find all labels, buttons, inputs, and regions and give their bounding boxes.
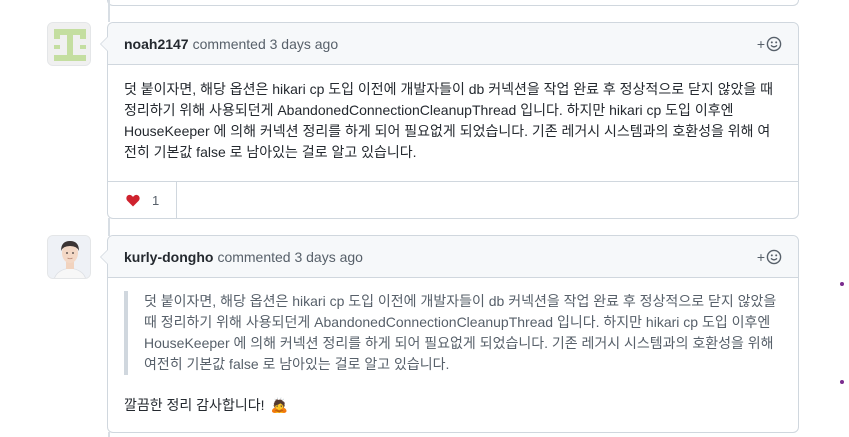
plus-icon: + bbox=[756, 248, 765, 265]
identicon-avatar-icon bbox=[48, 23, 90, 65]
avatar[interactable] bbox=[47, 22, 91, 66]
comment-author[interactable]: noah2147 bbox=[124, 36, 189, 52]
heart-reaction-button[interactable]: 1 bbox=[108, 182, 178, 218]
timeline-line bbox=[108, 218, 110, 236]
comment-card: noah2147 commented 3 days ago + 덧 붙이자면, … bbox=[100, 22, 799, 219]
timeline-line bbox=[108, 0, 110, 22]
comment-body: 덧 붙이자면, 해당 옵션은 hikari cp 도입 이전에 개발자들이 db… bbox=[108, 278, 798, 416]
comment-card: kurly-dongho commented 3 days ago + 덧 붙이… bbox=[100, 235, 799, 433]
timeline-line bbox=[108, 432, 110, 437]
comment-timestamp[interactable]: commented 3 days ago bbox=[217, 249, 363, 265]
user-photo-avatar-icon bbox=[48, 236, 90, 278]
comment-header: kurly-dongho commented 3 days ago + bbox=[108, 236, 798, 278]
bowing-emoji-icon: 🙇 bbox=[270, 397, 288, 413]
previous-comment-edge bbox=[107, 0, 799, 6]
add-reaction-button[interactable]: + bbox=[757, 249, 782, 265]
edge-dot bbox=[840, 380, 844, 384]
reply-message: 깔끔한 정리 감사합니다! bbox=[124, 397, 265, 413]
comment-author[interactable]: kurly-dongho bbox=[124, 249, 213, 265]
comment-body: 덧 붙이자면, 해당 옵션은 hikari cp 도입 이전에 개발자들이 db… bbox=[124, 81, 774, 160]
reactions-bar: 1 bbox=[108, 181, 798, 218]
reaction-count: 1 bbox=[152, 192, 160, 208]
avatar[interactable] bbox=[47, 235, 91, 279]
add-reaction-button[interactable]: + bbox=[757, 36, 782, 52]
heart-icon bbox=[126, 194, 140, 206]
comment-timestamp[interactable]: commented 3 days ago bbox=[193, 36, 339, 52]
quoted-reply: 덧 붙이자면, 해당 옵션은 hikari cp 도입 이전에 개발자들이 db… bbox=[124, 291, 782, 375]
comment-header: noah2147 commented 3 days ago + bbox=[108, 23, 798, 65]
reply-text: 깔끔한 정리 감사합니다! 🙇 bbox=[124, 395, 782, 416]
smiley-icon bbox=[766, 249, 782, 264]
plus-icon: + bbox=[756, 35, 765, 52]
smiley-icon bbox=[766, 36, 782, 51]
edge-dot bbox=[840, 282, 844, 286]
